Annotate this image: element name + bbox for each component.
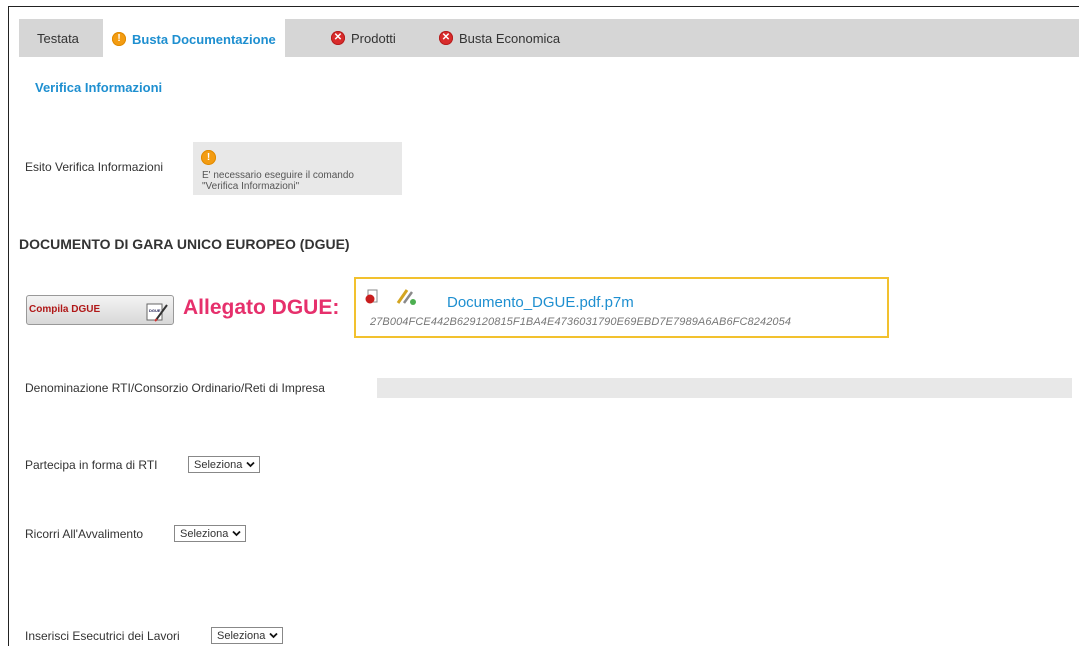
- select-value: Seleziona: [217, 629, 266, 642]
- esito-verifica-box: ! E' necessario eseguire il comando "Ver…: [193, 142, 402, 195]
- svg-text:DGUE: DGUE: [149, 308, 161, 313]
- error-icon: ✕: [331, 31, 345, 45]
- compila-dgue-button[interactable]: Compila DGUE DGUE: [26, 295, 174, 325]
- chevron-down-icon: [269, 632, 278, 639]
- tab-testata[interactable]: Testata: [37, 19, 79, 57]
- compila-dgue-label: Compila DGUE: [29, 304, 101, 315]
- tab-busta-economica[interactable]: ✕ Busta Economica: [439, 19, 560, 57]
- avvalimento-label: Ricorri All'Avvalimento: [25, 527, 144, 541]
- esito-verifica-label: Esito Verifica Informazioni: [25, 160, 164, 174]
- select-value: Seleziona: [180, 527, 229, 540]
- dgue-section-title: DOCUMENTO DI GARA UNICO EUROPEO (DGUE): [19, 236, 350, 252]
- tab-label: Busta Documentazione: [132, 31, 276, 47]
- esito-message-line: E' necessario eseguire il comando: [202, 170, 354, 181]
- partecipa-rti-select[interactable]: Seleziona: [188, 456, 261, 473]
- tab-prodotti[interactable]: ✕ Prodotti: [331, 19, 396, 57]
- chevron-down-icon: [246, 461, 255, 468]
- tab-label: Prodotti: [351, 30, 396, 46]
- warning-icon: !: [112, 32, 126, 46]
- dgue-document-icon: DGUE: [146, 303, 168, 322]
- dgue-attachment: Documento_DGUE.pdf.p7m 27B004FCE442B6291…: [354, 277, 889, 338]
- attachment-pin-icon[interactable]: [365, 289, 379, 305]
- denominazione-input[interactable]: [377, 378, 1072, 398]
- error-icon: ✕: [439, 31, 453, 45]
- tab-label: Testata: [37, 30, 79, 46]
- avvalimento-select[interactable]: Seleziona: [174, 525, 247, 542]
- tab-label: Busta Economica: [459, 30, 561, 46]
- chevron-down-icon: [232, 530, 241, 537]
- file-hash: 27B004FCE442B629120815F1BA4E4736031790E6…: [370, 316, 792, 328]
- denominazione-label: Denominazione RTI/Consorzio Ordinario/Re…: [25, 381, 325, 395]
- signature-icon[interactable]: [395, 288, 417, 306]
- esito-message-line: "Verifica Informazioni": [202, 181, 300, 192]
- tab-busta-documentazione[interactable]: ! Busta Documentazione: [103, 19, 285, 59]
- esecutrici-label: Inserisci Esecutrici dei Lavori: [25, 629, 180, 643]
- dgue-file-link[interactable]: Documento_DGUE.pdf.p7m: [447, 294, 634, 311]
- select-value: Seleziona: [194, 458, 243, 471]
- partecipa-rti-label: Partecipa in forma di RTI: [25, 458, 158, 472]
- esecutrici-select[interactable]: Seleziona: [211, 627, 284, 644]
- warning-icon: !: [201, 150, 216, 165]
- allegato-dgue-label: Allegato DGUE:: [183, 296, 340, 319]
- esito-message: E' necessario eseguire il comando "Verif…: [202, 170, 354, 192]
- tab-bar: Testata ! Busta Documentazione ✕ Prodott…: [19, 19, 1079, 59]
- verifica-informazioni-link[interactable]: Verifica Informazioni: [35, 80, 162, 95]
